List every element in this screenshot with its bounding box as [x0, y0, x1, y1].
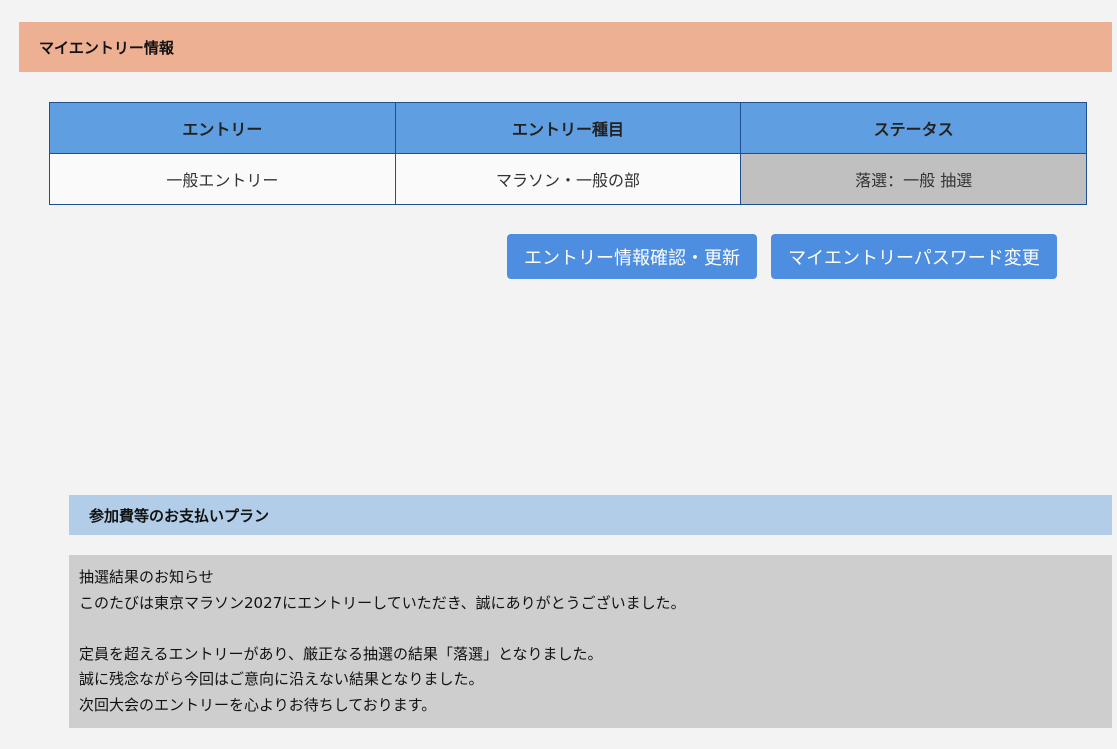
entry-info-update-button[interactable]: エントリー情報確認・更新: [507, 234, 757, 279]
change-password-button[interactable]: マイエントリーパスワード変更: [771, 234, 1057, 279]
column-header-event: エントリー種目: [394, 102, 742, 154]
column-header-entry: エントリー: [49, 102, 396, 154]
notice-blank-line: [79, 616, 1102, 642]
notice-line: このたびは東京マラソン2027にエントリーしていただき、誠にありがとうございまし…: [79, 593, 686, 612]
entry-table-header-row: エントリー エントリー種目 ステータス: [49, 102, 1087, 154]
notice-line: 定員を超えるエントリーがあり、厳正なる抽選の結果「落選」となりました。: [79, 644, 603, 663]
table-row: 一般エントリー マラソン・一般の部 落選：一般 抽選: [49, 153, 1087, 205]
lottery-result-notice: 抽選結果のお知らせ このたびは東京マラソン2027にエントリーしていただき、誠に…: [69, 555, 1112, 728]
notice-line: 誠に残念ながら今回はご意向に沿えない結果となりました。: [79, 670, 484, 689]
entry-table: エントリー エントリー種目 ステータス 一般エントリー マラソン・一般の部 落選…: [49, 102, 1087, 205]
notice-heading: 抽選結果のお知らせ: [79, 568, 214, 586]
notice-line: 次回大会のエントリーを心よりお待ちしております。: [79, 695, 437, 714]
my-entry-section-title: マイエントリー情報: [19, 22, 1112, 72]
page: マイエントリー情報 エントリー エントリー種目 ステータス 一般エントリー マラ…: [0, 0, 1117, 749]
column-header-status: ステータス: [740, 102, 1087, 154]
event-cell: マラソン・一般の部: [394, 153, 742, 205]
payment-plan-section-title: 参加費等のお支払いプラン: [69, 495, 1112, 535]
entry-type-cell: 一般エントリー: [49, 153, 396, 205]
status-cell: 落選：一般 抽選: [740, 153, 1087, 205]
